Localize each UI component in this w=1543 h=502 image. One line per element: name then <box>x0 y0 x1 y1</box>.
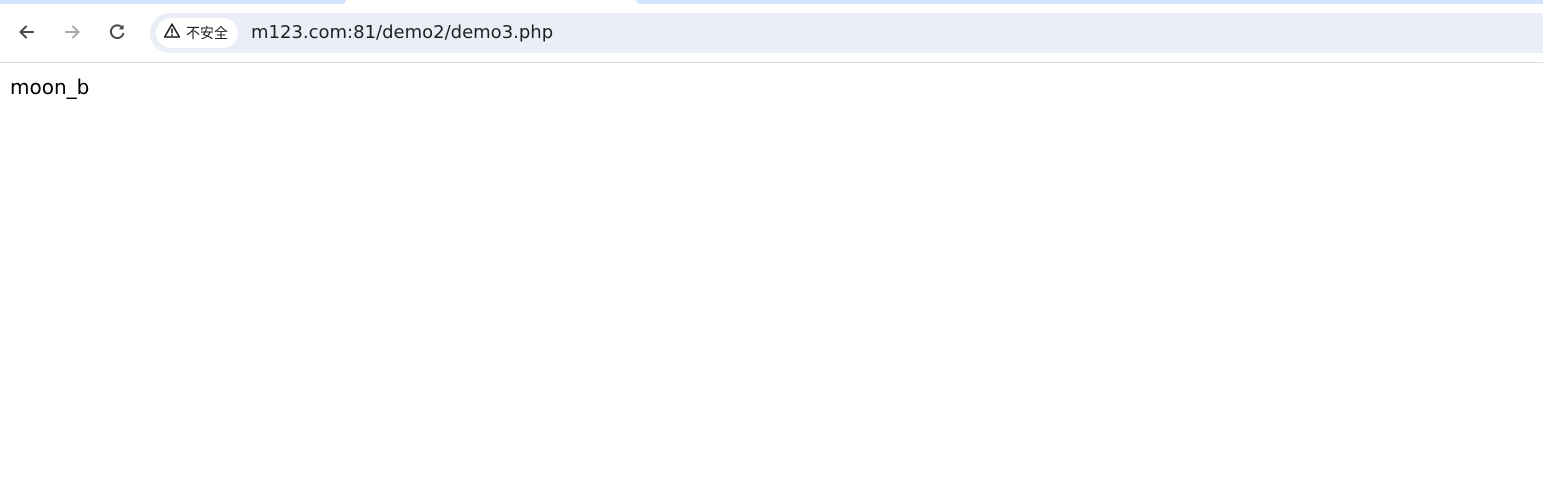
tab-strip-edge-left <box>0 0 346 4</box>
arrow-right-icon <box>62 22 82 42</box>
url-text[interactable]: m123.com:81/demo2/demo3.php <box>251 23 553 43</box>
security-label: 不安全 <box>186 26 228 42</box>
tab-strip-edge-right <box>636 0 1543 4</box>
address-bar[interactable]: 不安全 m123.com:81/demo2/demo3.php <box>150 13 1543 53</box>
reload-icon <box>107 22 127 42</box>
warning-triangle-icon <box>163 22 181 45</box>
reload-button[interactable] <box>99 14 135 50</box>
back-button[interactable] <box>9 14 45 50</box>
security-indicator[interactable]: 不安全 <box>156 18 238 48</box>
forward-button[interactable] <box>54 14 90 50</box>
page-body-text: moon_b <box>10 75 90 99</box>
page-viewport: moon_b <box>0 63 1543 502</box>
arrow-left-icon <box>17 22 37 42</box>
browser-toolbar: 不安全 m123.com:81/demo2/demo3.php <box>0 5 1543 63</box>
